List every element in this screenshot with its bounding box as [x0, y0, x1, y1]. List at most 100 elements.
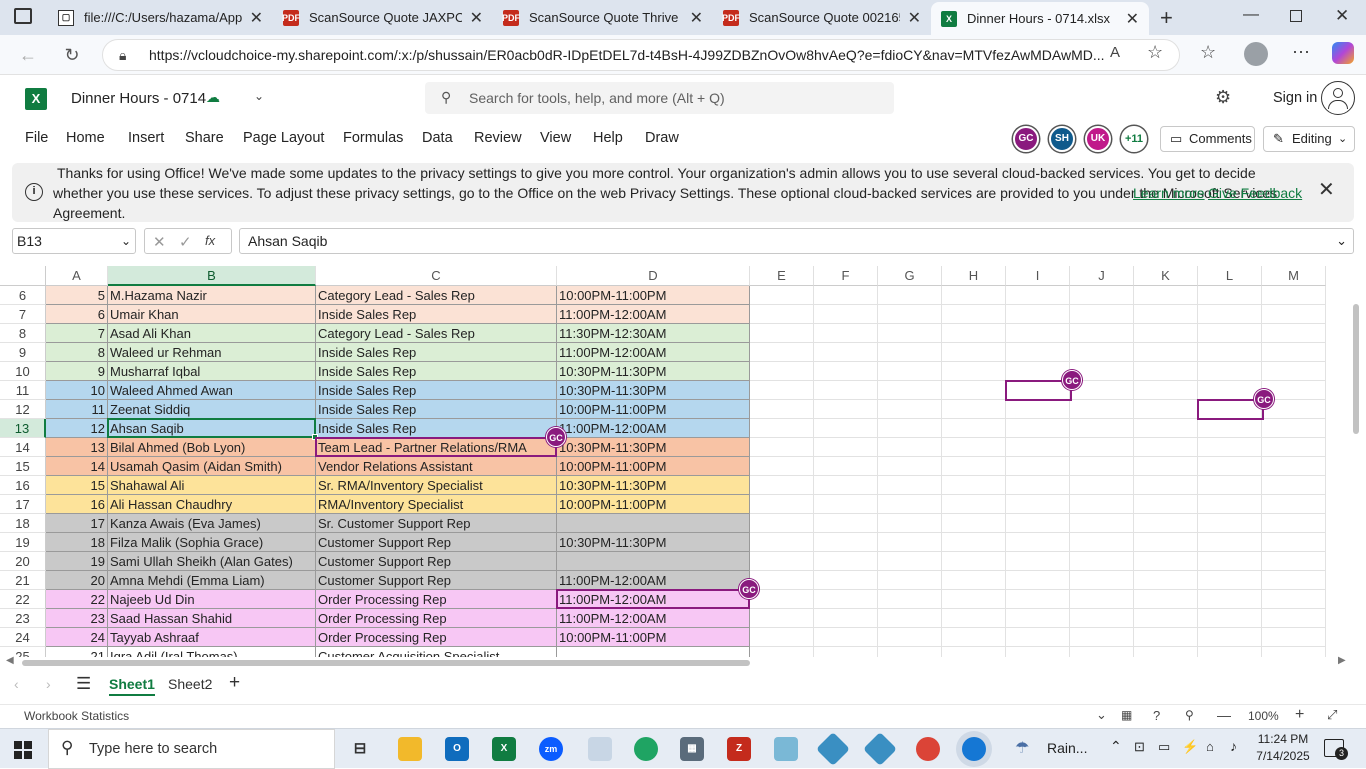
cell-a[interactable]: 12	[46, 419, 108, 438]
empty-cell[interactable]	[942, 609, 1006, 628]
empty-cell[interactable]	[1006, 324, 1070, 343]
empty-cell[interactable]	[1262, 286, 1326, 305]
fullscreen-icon[interactable]: ⤢	[1327, 707, 1337, 723]
empty-cell[interactable]	[1134, 381, 1198, 400]
empty-cell[interactable]	[942, 286, 1006, 305]
empty-cell[interactable]	[1006, 286, 1070, 305]
cell-d[interactable]: 10:30PM-11:30PM	[557, 362, 750, 381]
empty-cell[interactable]	[1134, 628, 1198, 647]
empty-cell[interactable]	[1198, 571, 1262, 590]
empty-cell[interactable]	[750, 609, 814, 628]
calculator-icon[interactable]: ▦	[680, 737, 704, 761]
empty-cell[interactable]	[942, 571, 1006, 590]
empty-cell[interactable]	[814, 590, 878, 609]
empty-cell[interactable]	[878, 533, 942, 552]
empty-cell[interactable]	[750, 476, 814, 495]
empty-cell[interactable]	[750, 571, 814, 590]
empty-cell[interactable]	[878, 552, 942, 571]
sheet-tab-sheet2[interactable]: Sheet2	[168, 676, 212, 692]
excel-taskbar-icon[interactable]: X	[492, 737, 516, 761]
empty-cell[interactable]	[750, 438, 814, 457]
empty-cell[interactable]	[814, 533, 878, 552]
empty-cell[interactable]	[878, 324, 942, 343]
empty-cell[interactable]	[750, 628, 814, 647]
cell-c[interactable]: Vendor Relations Assistant	[316, 457, 557, 476]
copilot-icon[interactable]	[1332, 42, 1354, 64]
zoom-out-icon[interactable]: —	[1217, 707, 1231, 723]
empty-cell[interactable]	[1070, 495, 1134, 514]
cell-b[interactable]: Tayyab Ashraaf	[108, 628, 316, 647]
cell-a[interactable]: 10	[46, 381, 108, 400]
all-sheets-icon[interactable]: ☰	[76, 674, 91, 694]
app-icon[interactable]	[774, 737, 798, 761]
empty-cell[interactable]	[1070, 476, 1134, 495]
empty-cell[interactable]	[1070, 571, 1134, 590]
app-icon[interactable]	[588, 737, 612, 761]
column-header-h[interactable]: H	[942, 266, 1006, 286]
chrome-profile-icon[interactable]	[634, 737, 658, 761]
name-box[interactable]: B13 ⌄	[12, 228, 136, 254]
empty-cell[interactable]	[1006, 609, 1070, 628]
cell-a[interactable]: 15	[46, 476, 108, 495]
cell-a[interactable]: 19	[46, 552, 108, 571]
cell-d[interactable]: 10:00PM-11:00PM	[557, 457, 750, 476]
cell-c[interactable]: Order Processing Rep	[316, 590, 557, 609]
empty-cell[interactable]	[942, 533, 1006, 552]
give-feedback-link[interactable]: Give Feedback	[1208, 183, 1302, 203]
learn-more-link[interactable]: Learn more	[1133, 183, 1205, 203]
empty-cell[interactable]	[1006, 343, 1070, 362]
cell-d[interactable]	[557, 514, 750, 533]
tray-app-icon[interactable]: ⚡	[1182, 739, 1198, 755]
select-all-corner[interactable]	[0, 266, 46, 286]
workbook-statistics-button[interactable]: Workbook Statistics	[24, 709, 129, 723]
menu-draw[interactable]: Draw	[645, 130, 679, 146]
row-header[interactable]: 7	[0, 305, 46, 324]
empty-cell[interactable]	[878, 343, 942, 362]
cell-a[interactable]: 9	[46, 362, 108, 381]
empty-cell[interactable]	[878, 305, 942, 324]
cell-b[interactable]: Kanza Awais (Eva James)	[108, 514, 316, 533]
cell-b[interactable]: Musharraf Iqbal	[108, 362, 316, 381]
empty-cell[interactable]	[1134, 552, 1198, 571]
cell-c[interactable]: Category Lead - Sales Rep	[316, 324, 557, 343]
empty-cell[interactable]	[750, 286, 814, 305]
empty-cell[interactable]	[1262, 305, 1326, 324]
empty-cell[interactable]	[1006, 438, 1070, 457]
menu-home[interactable]: Home	[66, 130, 105, 146]
cell-d[interactable]: 10:00PM-11:00PM	[557, 495, 750, 514]
empty-cell[interactable]	[1070, 609, 1134, 628]
empty-cell[interactable]	[1134, 533, 1198, 552]
empty-cell[interactable]	[1070, 552, 1134, 571]
empty-cell[interactable]	[1134, 362, 1198, 381]
cell-d[interactable]	[557, 552, 750, 571]
empty-cell[interactable]	[1134, 438, 1198, 457]
sheet-tab-sheet1[interactable]: Sheet1	[109, 676, 155, 696]
empty-cell[interactable]	[1006, 457, 1070, 476]
empty-cell[interactable]	[1134, 476, 1198, 495]
windows-start-icon[interactable]	[14, 741, 32, 759]
minimize-icon[interactable]: —	[1243, 6, 1259, 24]
cell-b[interactable]: Zeenat Siddiq	[108, 400, 316, 419]
empty-cell[interactable]	[814, 438, 878, 457]
cell-a[interactable]: 18	[46, 533, 108, 552]
empty-cell[interactable]	[1070, 286, 1134, 305]
account-avatar-icon[interactable]	[1321, 81, 1355, 115]
empty-cell[interactable]	[942, 438, 1006, 457]
empty-cell[interactable]	[1006, 552, 1070, 571]
empty-cell[interactable]	[1262, 419, 1326, 438]
close-tab-icon[interactable]: ✕	[908, 8, 921, 28]
empty-cell[interactable]	[1134, 286, 1198, 305]
excel-logo-icon[interactable]: X	[25, 88, 47, 110]
close-tab-icon[interactable]: ✕	[690, 8, 703, 28]
settings-gear-icon[interactable]: ⚙	[1215, 87, 1231, 108]
edge-icon[interactable]	[962, 737, 986, 761]
maximize-icon[interactable]	[1290, 10, 1302, 22]
clock-date[interactable]: 7/14/2025	[1253, 749, 1313, 763]
menu-review[interactable]: Review	[474, 130, 522, 146]
browser-tab-1[interactable]: ▢ file:///C:/Users/hazama/AppD ✕	[48, 2, 273, 33]
profile-icon[interactable]	[1244, 42, 1268, 66]
menu-share[interactable]: Share	[185, 130, 224, 146]
empty-cell[interactable]	[1006, 495, 1070, 514]
empty-cell[interactable]	[1134, 590, 1198, 609]
document-title[interactable]: Dinner Hours - 0714	[71, 90, 206, 107]
